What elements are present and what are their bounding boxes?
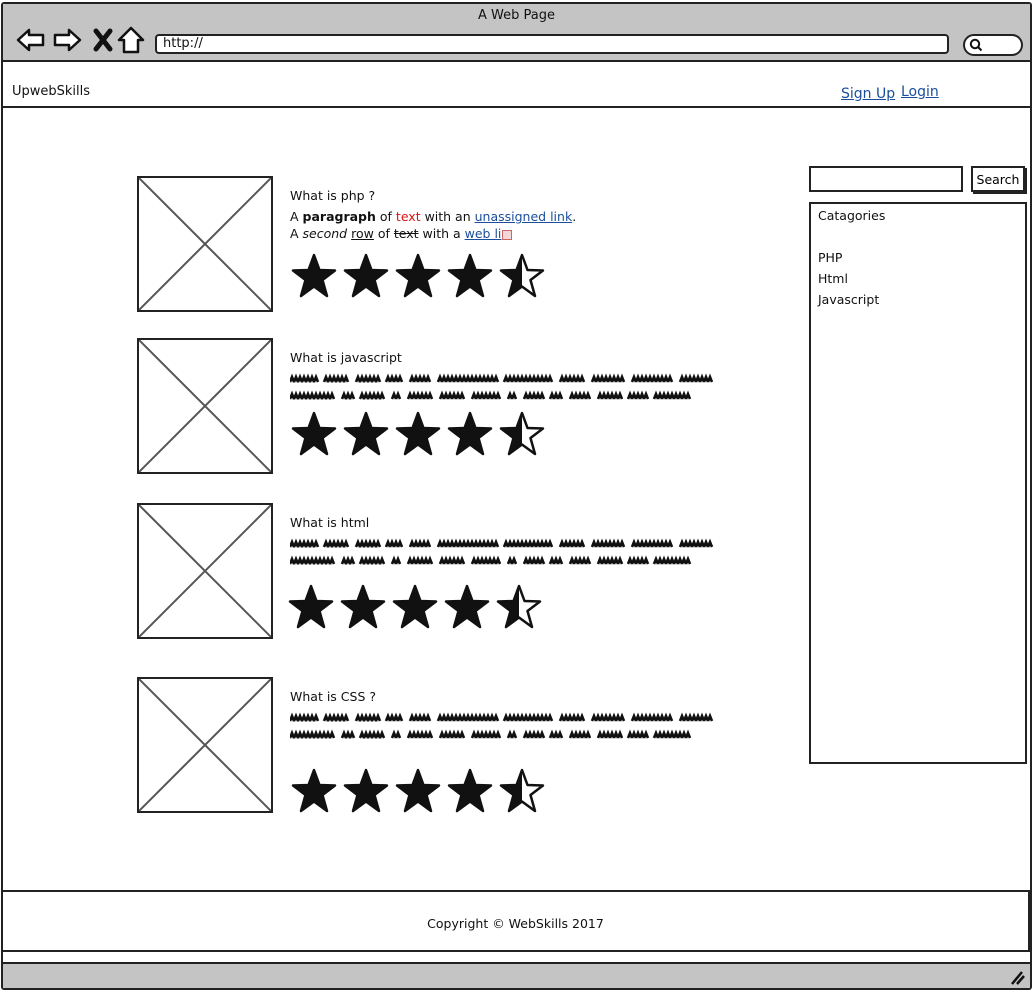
browser-search-field[interactable]	[963, 34, 1023, 56]
star-full-icon	[287, 583, 335, 631]
back-arrow-icon[interactable]	[13, 22, 49, 58]
external-link-icon	[502, 229, 513, 240]
article-title: What is CSS ?	[290, 689, 376, 704]
star-full-icon	[446, 410, 494, 458]
site-brand: UpwebSkills	[12, 84, 91, 99]
star-full-icon	[446, 767, 494, 815]
copyright-text: Copyright © WebSkills 2017	[427, 916, 604, 931]
rating-stars	[290, 767, 545, 815]
categories-title: Catagories	[818, 208, 886, 223]
star-half-icon	[498, 410, 546, 458]
star-full-icon	[342, 410, 390, 458]
search-icon	[969, 38, 983, 52]
search-input[interactable]	[809, 166, 963, 192]
star-full-icon	[290, 410, 338, 458]
star-full-icon	[394, 252, 442, 300]
star-half-icon	[498, 767, 546, 815]
article-card: What is php ? A paragraph of text with a…	[137, 176, 787, 316]
article-title: What is javascript	[290, 350, 402, 365]
category-item-php[interactable]: PHP	[818, 250, 842, 265]
star-full-icon	[446, 252, 494, 300]
article-card: What is CSS ?	[137, 677, 787, 817]
window-title: A Web Page	[478, 8, 555, 23]
star-full-icon	[394, 410, 442, 458]
unassigned-link[interactable]: unassigned link	[475, 209, 573, 224]
browser-window: A Web Page http:// UpwebSkills Sign Up L…	[1, 2, 1032, 990]
star-half-icon	[495, 583, 543, 631]
login-link[interactable]: Login	[901, 84, 939, 100]
rating-stars	[290, 410, 545, 458]
image-placeholder	[137, 176, 273, 312]
star-full-icon	[342, 252, 390, 300]
category-item-javascript[interactable]: Javascript	[818, 292, 879, 307]
star-full-icon	[391, 583, 439, 631]
site-footer: Copyright © WebSkills 2017	[3, 890, 1030, 952]
browser-statusbar	[3, 962, 1030, 988]
article-card: What is html	[137, 503, 787, 643]
article-paragraph: A paragraph of text with an unassigned l…	[290, 209, 577, 241]
star-full-icon	[394, 767, 442, 815]
url-input[interactable]: http://	[155, 34, 949, 54]
rating-stars	[287, 583, 542, 631]
forward-arrow-icon[interactable]	[49, 22, 85, 58]
scribbled-text	[288, 370, 778, 406]
rating-stars	[290, 252, 545, 300]
image-placeholder	[137, 503, 273, 639]
web-link[interactable]: web li	[465, 226, 502, 241]
categories-panel: Catagories PHP Html Javascript	[809, 202, 1027, 764]
category-item-html[interactable]: Html	[818, 271, 848, 286]
scribbled-text	[288, 535, 778, 571]
star-full-icon	[339, 583, 387, 631]
star-full-icon	[290, 767, 338, 815]
browser-chrome: A Web Page http://	[3, 4, 1030, 62]
star-full-icon	[443, 583, 491, 631]
star-full-icon	[342, 767, 390, 815]
image-placeholder	[137, 338, 273, 474]
site-header: UpwebSkills Sign Up Login	[3, 62, 1030, 108]
star-full-icon	[290, 252, 338, 300]
star-half-icon	[498, 252, 546, 300]
home-icon[interactable]	[113, 22, 149, 58]
article-card: What is javascript	[137, 338, 787, 478]
signup-link[interactable]: Sign Up	[841, 86, 895, 102]
image-placeholder	[137, 677, 273, 813]
scribbled-text	[288, 709, 778, 745]
search-button[interactable]: Search	[971, 166, 1025, 192]
article-title: What is php ?	[290, 188, 376, 203]
resize-grip-icon[interactable]	[1008, 968, 1026, 986]
article-title: What is html	[290, 515, 370, 530]
